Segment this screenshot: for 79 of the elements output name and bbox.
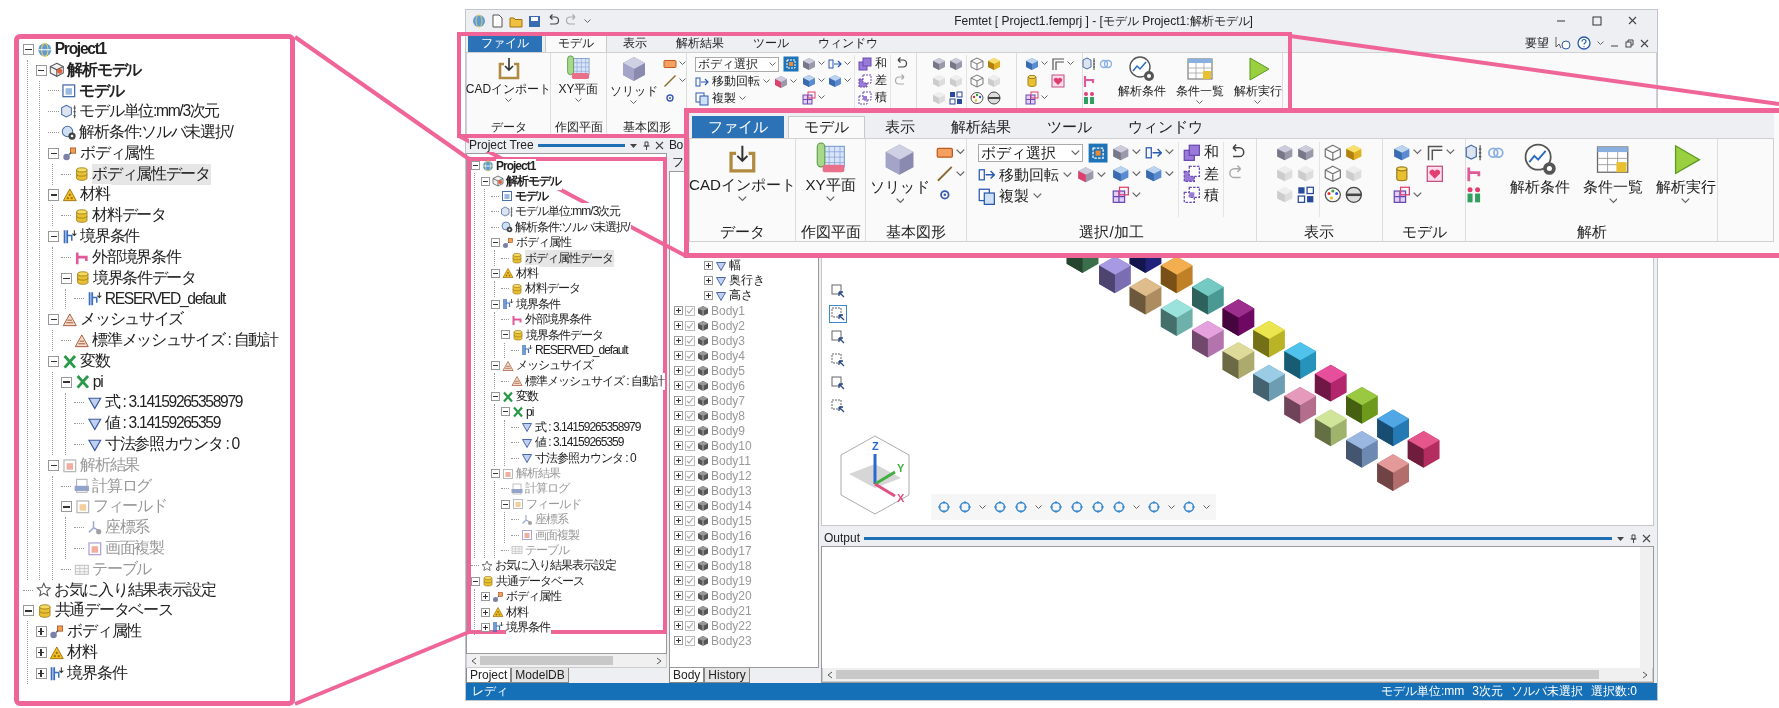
filter-label: フ bbox=[672, 153, 684, 171]
ribbon-button[interactable]: 解析実行 bbox=[1231, 55, 1284, 105]
ribbon-button[interactable]: CADインポート bbox=[463, 55, 554, 103]
tree-item[interactable]: 境界条件 bbox=[67, 662, 128, 684]
tree-item[interactable]: 解析モデル bbox=[67, 59, 143, 81]
tree-item[interactable]: 外部境界条件 bbox=[92, 246, 182, 268]
group-label: 作図平面 bbox=[553, 119, 604, 134]
ribbon-button[interactable]: 複製 bbox=[977, 187, 1042, 206]
ribbon-button[interactable]: CADインポート bbox=[689, 141, 799, 203]
selection-dropdown[interactable]: ボディ選択 bbox=[977, 143, 1084, 163]
ribbon-tab[interactable]: ウィンドウ bbox=[1111, 115, 1219, 139]
group-label: 表示 bbox=[1303, 222, 1336, 242]
tree-item[interactable]: pi bbox=[526, 404, 535, 419]
ribbon-button[interactable]: 積 bbox=[1182, 185, 1219, 205]
panel-tab[interactable]: Project bbox=[466, 668, 512, 683]
ribbon-button[interactable]: 条件一覧 bbox=[1173, 55, 1226, 105]
status-item: 選択数:0 bbox=[1591, 683, 1637, 700]
status-item: モデル単位:mm bbox=[1380, 683, 1465, 700]
panel-tab[interactable]: ModelDB bbox=[511, 668, 569, 683]
ribbon-tab[interactable]: ファイル bbox=[691, 115, 784, 139]
tree-item[interactable]: 変数 bbox=[80, 350, 111, 372]
axis-gizmo-drawing: Z Y X bbox=[839, 434, 911, 516]
tree-item[interactable]: pi bbox=[92, 373, 104, 392]
panel-tab[interactable]: History bbox=[704, 668, 750, 683]
ribbon-button[interactable]: 解析条件 bbox=[1115, 55, 1168, 98]
tree-item[interactable]: 式 : 3.14159265358979 bbox=[535, 418, 642, 436]
ribbon-button[interactable]: 和 bbox=[1182, 142, 1219, 162]
panel-tab[interactable]: Body bbox=[669, 668, 705, 683]
group-label: 基本図形 bbox=[621, 119, 672, 134]
tree-item[interactable]: 境界条件 bbox=[506, 618, 551, 636]
panel-title: Project Tree bbox=[469, 138, 534, 152]
ribbon-tab[interactable]: 表示 bbox=[868, 115, 931, 139]
ribbon-button[interactable]: 差 bbox=[1182, 164, 1219, 184]
group-label: 解析 bbox=[1575, 222, 1608, 242]
ribbon-button[interactable]: 移動回転 bbox=[695, 74, 770, 89]
tree-item[interactable]: ボディ属性データ bbox=[92, 163, 212, 185]
ribbon-button[interactable]: 移動回転 bbox=[977, 165, 1072, 185]
ribbon-tab[interactable]: 解析結果 bbox=[663, 34, 737, 52]
tree-item[interactable]: RESERVED_default bbox=[535, 343, 629, 358]
ribbon-button[interactable]: 複製 bbox=[695, 91, 746, 106]
ribbon-button[interactable]: ソリッド bbox=[867, 141, 933, 205]
ribbon-button[interactable]: 積 bbox=[858, 90, 887, 105]
ribbon-button[interactable]: ソリッド bbox=[607, 55, 660, 105]
group-label: 選択/加工 bbox=[1078, 222, 1145, 242]
ribbon-button[interactable]: 解析条件 bbox=[1507, 141, 1573, 196]
ribbon-button[interactable]: 条件一覧 bbox=[1580, 141, 1646, 205]
tree-item[interactable]: Project1 bbox=[54, 40, 108, 59]
tree-item[interactable]: ボディ属性 bbox=[80, 142, 155, 164]
group-label: データ bbox=[489, 119, 528, 134]
ribbon-button[interactable]: 解析実行 bbox=[1653, 141, 1719, 205]
group-label: データ bbox=[718, 222, 766, 242]
selection-dropdown[interactable]: ボディ選択 bbox=[695, 56, 779, 72]
group-label: 基本図形 bbox=[885, 222, 948, 242]
tree-item[interactable]: 奥行き bbox=[729, 272, 766, 289]
status-item: ソルバ未選択 bbox=[1511, 683, 1583, 700]
status-item: 3次元 bbox=[1472, 683, 1503, 700]
tree-item[interactable]: 標準メッシュサイズ : 自動計 bbox=[525, 372, 665, 390]
ribbon-button[interactable]: 差 bbox=[858, 73, 887, 88]
ribbon-button[interactable]: XY平面 bbox=[556, 55, 601, 103]
ribbon-tab[interactable]: 解析結果 bbox=[934, 115, 1027, 139]
tree-item[interactable]: 境界条件データ bbox=[92, 267, 198, 289]
request-link[interactable]: 要望 bbox=[1525, 34, 1549, 52]
tree-item[interactable]: 高さ bbox=[729, 287, 754, 304]
panel-title: Output bbox=[824, 531, 861, 545]
window-title: Femtet [ Project1.femprj ] - [モデル Project1:解析モデル] bbox=[953, 12, 1254, 30]
tree-item[interactable]: ボディ属性データ bbox=[525, 249, 614, 267]
ribbon-tab[interactable]: モデル bbox=[787, 115, 865, 139]
panel-title: Bo bbox=[669, 138, 683, 152]
ribbon-tab[interactable]: 表示 bbox=[610, 34, 660, 52]
tree-item[interactable]: 境界条件データ bbox=[526, 326, 604, 344]
ribbon-button[interactable]: 和 bbox=[858, 56, 887, 71]
ribbon-tab[interactable]: ツール bbox=[1030, 115, 1108, 139]
tree-item[interactable]: 材料 bbox=[67, 642, 99, 663]
status-text: レディ bbox=[472, 683, 508, 700]
tree-item[interactable]: RESERVED_default bbox=[104, 289, 227, 308]
ribbon-tab[interactable]: ツール bbox=[740, 34, 802, 52]
group-label: モデル bbox=[1400, 222, 1448, 242]
ribbon-tab[interactable]: ウィンドウ bbox=[805, 34, 891, 52]
tree-item[interactable]: お気に入り結果表示設定 bbox=[54, 579, 218, 601]
